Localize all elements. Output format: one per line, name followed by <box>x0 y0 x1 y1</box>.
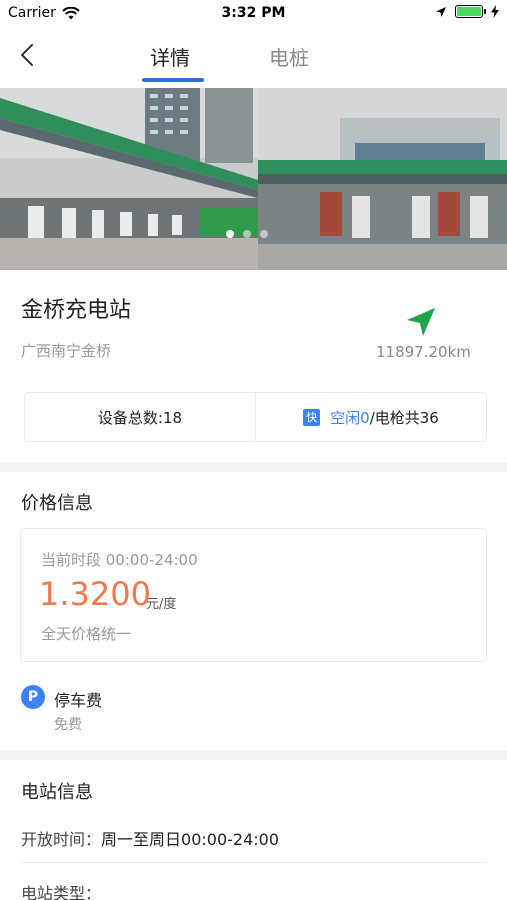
location-arrow-icon <box>436 6 446 17</box>
station-photos <box>0 88 507 270</box>
station-photo-carousel[interactable] <box>0 88 507 270</box>
section-separator <box>0 750 507 760</box>
parking-fee-label: 停车费 <box>54 691 103 710</box>
section-separator <box>0 462 507 472</box>
open-time-row: 开放时间：周一至周日00:00-24:00 <box>21 826 279 850</box>
price-note: 全天价格统一 <box>41 625 132 643</box>
carousel-indicator <box>226 230 268 238</box>
status-right <box>435 5 499 18</box>
row-divider <box>21 862 487 863</box>
station-name: 金桥充电站 <box>21 298 132 323</box>
price-unit: 元/度 <box>146 597 177 612</box>
tab-charging-piles[interactable]: 电桩 <box>269 42 309 71</box>
device-stats-box: 设备总数:18 快 空闲0 /电枪共36 <box>24 392 487 442</box>
price-section-title: 价格信息 <box>21 493 93 514</box>
station-address: 广西南宁金桥 <box>21 342 112 360</box>
price-card: 当前时段 00:00-24:00 1.3200 元/度 全天价格统一 <box>20 528 487 662</box>
top-navigation: 详情 电桩 <box>0 28 507 88</box>
station-distance: 11897.20km <box>376 343 471 361</box>
parking-fee-value: 免费 <box>54 717 82 733</box>
fast-charge-badge: 快 <box>303 408 321 426</box>
charging-bolt-icon <box>491 5 499 18</box>
idle-count: 空闲0 <box>330 408 370 427</box>
carousel-dot[interactable] <box>243 230 251 238</box>
station-type-row: 电站类型： <box>21 880 101 900</box>
gun-availability[interactable]: 快 空闲0 /电枪共36 <box>256 393 486 441</box>
status-time: 3:32 PM <box>221 5 286 21</box>
active-tab-indicator <box>142 78 204 82</box>
total-devices: 设备总数:18 <box>25 393 255 441</box>
carousel-dot[interactable] <box>226 230 234 238</box>
price-period: 当前时段 00:00-24:00 <box>41 551 198 569</box>
navigate-arrow-icon[interactable] <box>405 306 437 338</box>
station-type-label: 电站类型： <box>21 884 102 900</box>
open-time-label: 开放时间： <box>21 830 102 849</box>
back-chevron-icon[interactable] <box>14 40 44 70</box>
tab-details[interactable]: 详情 <box>150 42 190 71</box>
total-guns: /电枪共36 <box>369 408 439 427</box>
battery-icon <box>455 5 486 18</box>
parking-icon: P <box>21 685 45 709</box>
price-value: 1.3200 <box>39 575 151 613</box>
station-info-section-title: 电站信息 <box>21 782 93 803</box>
total-devices-label: 设备总数:18 <box>97 408 183 427</box>
open-time-value: 周一至周日00:00-24:00 <box>101 830 280 849</box>
carousel-dot[interactable] <box>260 230 268 238</box>
status-bar: Carrier 3:32 PM <box>0 0 507 28</box>
